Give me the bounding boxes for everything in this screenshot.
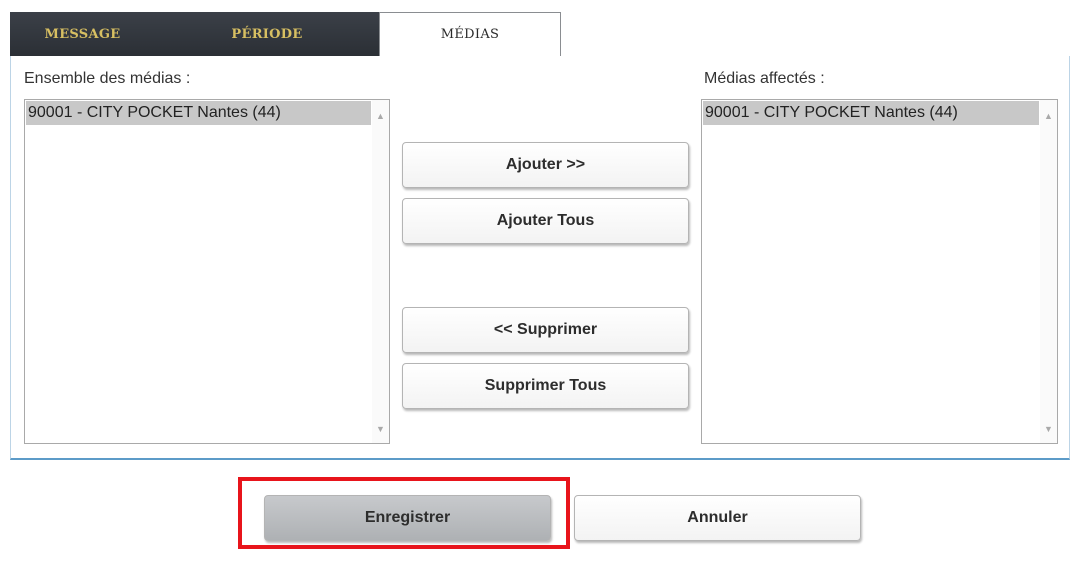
available-media-list[interactable]: 90001 - CITY POCKET Nantes (44) ▲ ▼ bbox=[24, 99, 390, 444]
up-arrow-icon[interactable]: ▲ bbox=[372, 108, 389, 124]
assigned-media-label: Médias affectés : bbox=[704, 70, 825, 87]
cancel-button[interactable]: Annuler bbox=[574, 495, 861, 541]
remove-button[interactable]: << Supprimer bbox=[402, 307, 689, 353]
tab-message[interactable]: MESSAGE bbox=[10, 12, 155, 56]
assigned-media-item[interactable]: 90001 - CITY POCKET Nantes (44) bbox=[703, 101, 1039, 125]
up-arrow-icon[interactable]: ▲ bbox=[1040, 108, 1057, 124]
down-arrow-icon[interactable]: ▼ bbox=[1040, 421, 1057, 437]
tab-medias[interactable]: MÉDIAS bbox=[379, 12, 561, 56]
available-media-item[interactable]: 90001 - CITY POCKET Nantes (44) bbox=[26, 101, 371, 125]
save-highlight-frame bbox=[238, 477, 570, 549]
remove-all-button[interactable]: Supprimer Tous bbox=[402, 363, 689, 409]
available-media-label: Ensemble des médias : bbox=[24, 70, 191, 87]
down-arrow-icon[interactable]: ▼ bbox=[372, 421, 389, 437]
assigned-media-scrollbar[interactable]: ▲ ▼ bbox=[1040, 100, 1057, 443]
tab-periode[interactable]: PÉRIODE bbox=[155, 12, 379, 56]
available-media-scrollbar[interactable]: ▲ ▼ bbox=[372, 100, 389, 443]
add-button[interactable]: Ajouter >> bbox=[402, 142, 689, 188]
tab-bar: MESSAGE PÉRIODE MÉDIAS bbox=[10, 12, 561, 56]
media-assignment-dialog: MESSAGE PÉRIODE MÉDIAS Ensemble des médi… bbox=[0, 0, 1074, 564]
assigned-media-list[interactable]: 90001 - CITY POCKET Nantes (44) ▲ ▼ bbox=[701, 99, 1058, 444]
add-all-button[interactable]: Ajouter Tous bbox=[402, 198, 689, 244]
